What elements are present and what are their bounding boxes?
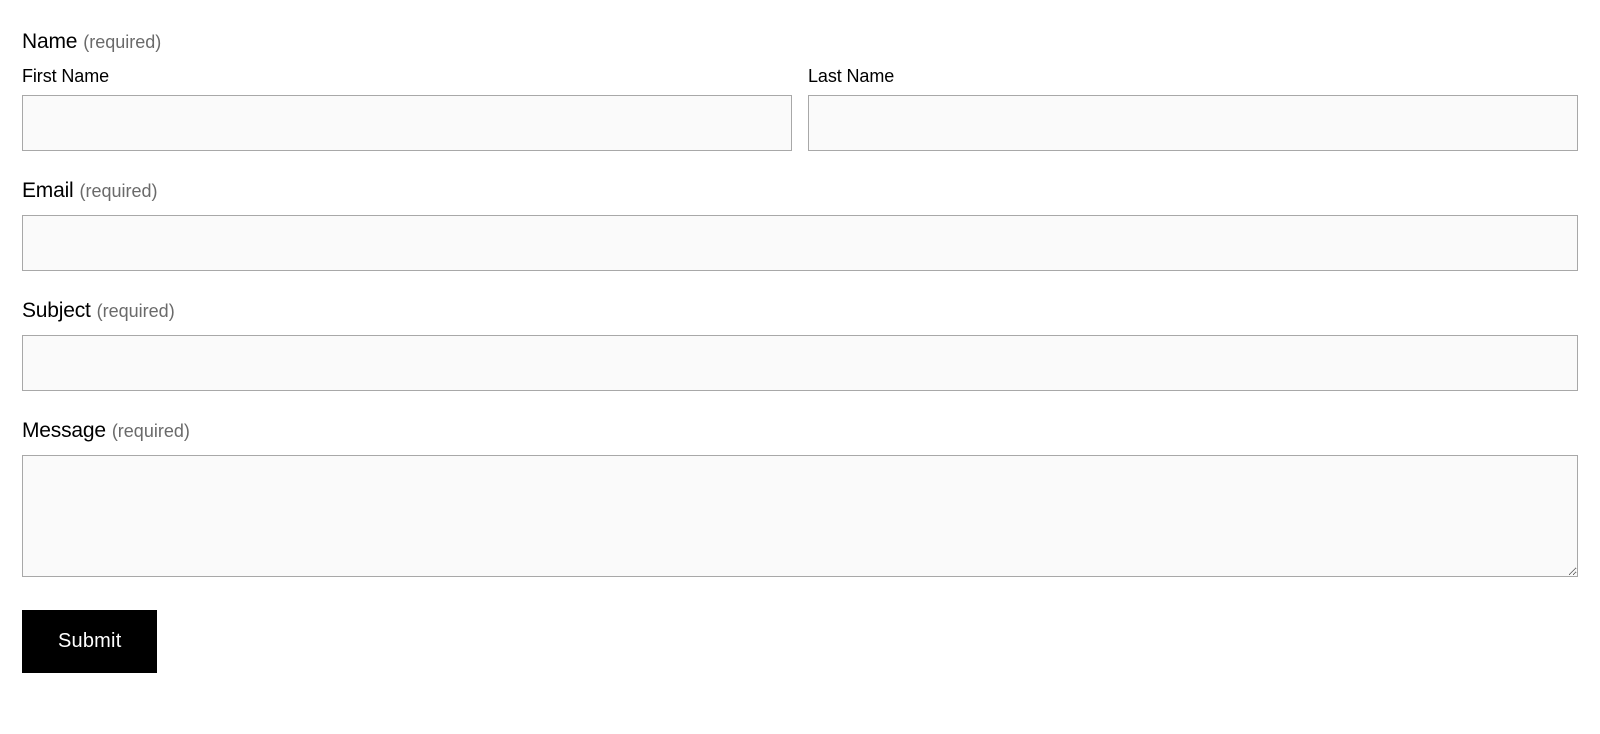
message-label-row: Message (required) — [22, 419, 1578, 443]
message-textarea[interactable] — [22, 455, 1578, 577]
first-name-label: First Name — [22, 66, 792, 87]
submit-button[interactable]: Submit — [22, 610, 157, 673]
email-field-group: Email (required) — [22, 179, 1578, 271]
message-required-text: (required) — [112, 421, 190, 442]
first-name-input[interactable] — [22, 95, 792, 151]
email-label-row: Email (required) — [22, 179, 1578, 203]
subject-field-group: Subject (required) — [22, 299, 1578, 391]
last-name-input[interactable] — [808, 95, 1578, 151]
subject-label: Subject — [22, 299, 91, 323]
contact-form: Name (required) First Name Last Name Ema… — [22, 30, 1578, 673]
name-label: Name — [22, 30, 77, 54]
email-input[interactable] — [22, 215, 1578, 271]
message-field-group: Message (required) — [22, 419, 1578, 582]
message-label: Message — [22, 419, 106, 443]
name-field-group: Name (required) First Name Last Name — [22, 30, 1578, 151]
subject-label-row: Subject (required) — [22, 299, 1578, 323]
name-required-text: (required) — [83, 32, 161, 53]
subject-input[interactable] — [22, 335, 1578, 391]
name-inputs-row: First Name Last Name — [22, 66, 1578, 151]
last-name-column: Last Name — [808, 66, 1578, 151]
subject-required-text: (required) — [97, 301, 175, 322]
name-label-row: Name (required) — [22, 30, 1578, 54]
last-name-label: Last Name — [808, 66, 1578, 87]
email-label: Email — [22, 179, 74, 203]
email-required-text: (required) — [80, 181, 158, 202]
first-name-column: First Name — [22, 66, 792, 151]
